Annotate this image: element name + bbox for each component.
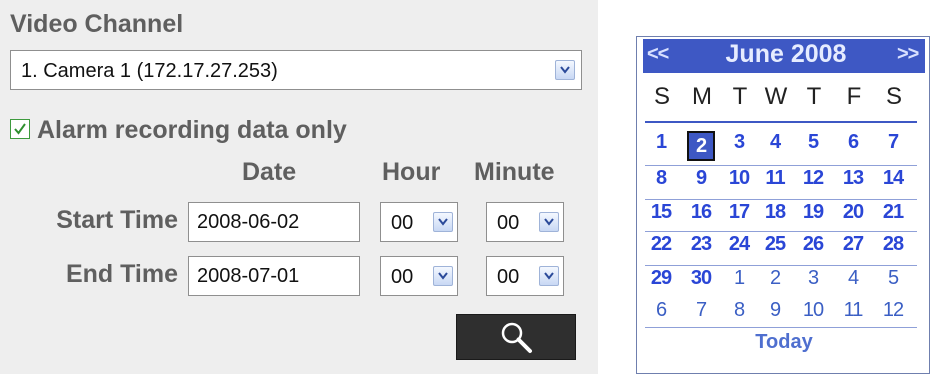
day-cell[interactable]: 15 — [647, 201, 675, 224]
hour-column-header: Hour — [382, 158, 441, 186]
start-date-input[interactable]: 2008-06-02 — [188, 202, 360, 242]
start-hour-select[interactable]: 00 — [380, 202, 458, 242]
weekday-label: T — [732, 83, 748, 110]
chevron-down-icon[interactable] — [433, 266, 453, 286]
day-cell[interactable]: 8 — [647, 167, 675, 190]
chevron-down-icon[interactable] — [539, 212, 559, 232]
selected-day-cell[interactable]: 2 — [687, 131, 715, 161]
day-cell[interactable]: 27 — [839, 233, 867, 256]
end-time-label: End Time — [65, 260, 178, 288]
date-column-header: Date — [242, 158, 297, 186]
alarm-only-checkbox[interactable] — [10, 119, 30, 139]
calendar-header: << June 2008 >> — [643, 39, 925, 73]
weekday-divider — [645, 121, 917, 123]
next-month-button[interactable]: >> — [897, 43, 919, 66]
calendar-month-title: June 2008 — [725, 40, 847, 68]
day-cell[interactable]: 10 — [725, 167, 753, 190]
alarm-only-label: Alarm recording data only — [37, 116, 347, 144]
chevron-down-icon[interactable] — [433, 212, 453, 232]
video-channel-title: Video Channel — [10, 10, 184, 38]
day-cell[interactable]: 4 — [761, 131, 789, 154]
start-time-label: Start Time — [56, 206, 178, 234]
weekday-label: W — [764, 83, 788, 110]
day-cell[interactable]: 9 — [761, 299, 789, 322]
day-cell[interactable]: 20 — [839, 201, 867, 224]
day-cell[interactable]: 3 — [799, 267, 827, 290]
day-cell[interactable]: 6 — [839, 131, 867, 154]
end-hour-value: 00 — [391, 266, 414, 288]
magnifier-icon — [501, 322, 532, 353]
checkmark-icon — [14, 123, 26, 135]
week-divider — [645, 165, 917, 166]
day-cell[interactable]: 3 — [725, 131, 753, 154]
day-cell[interactable]: 18 — [761, 201, 789, 224]
weekday-label: T — [806, 83, 822, 110]
day-cell[interactable]: 7 — [879, 131, 907, 154]
day-cell[interactable]: 16 — [687, 201, 715, 224]
day-cell[interactable]: 4 — [839, 267, 867, 290]
weekday-label: S — [653, 83, 670, 110]
day-cell[interactable]: 14 — [879, 167, 907, 190]
day-cell[interactable]: 21 — [879, 201, 907, 224]
day-cell[interactable]: 9 — [687, 167, 715, 190]
end-minute-value: 00 — [497, 266, 520, 288]
day-cell[interactable]: 12 — [879, 299, 907, 322]
calendar-footer-divider — [645, 327, 917, 328]
day-cell[interactable]: 19 — [799, 201, 827, 224]
day-cell[interactable]: 7 — [687, 299, 715, 322]
video-channel-value: 1. Camera 1 (172.17.27.253) — [21, 60, 278, 82]
chevron-down-icon[interactable] — [539, 266, 559, 286]
end-minute-select[interactable]: 00 — [486, 256, 564, 296]
minute-column-header: Minute — [474, 158, 555, 186]
day-cell[interactable]: 1 — [647, 131, 675, 154]
week-divider — [645, 231, 917, 232]
start-hour-value: 00 — [391, 212, 414, 234]
day-cell[interactable]: 12 — [799, 167, 827, 190]
weekday-label: S — [885, 83, 902, 110]
search-button[interactable] — [456, 314, 576, 360]
week-divider — [645, 265, 917, 266]
date-picker-calendar: << June 2008 >> SMTWTFS 1 2 3 4 5 6 7 8 9 10 11 12 1… — [636, 36, 930, 374]
chevron-down-icon[interactable] — [555, 60, 575, 80]
day-cell[interactable]: 28 — [879, 233, 907, 256]
video-channel-select[interactable]: 1. Camera 1 (172.17.27.253) — [10, 50, 582, 90]
day-cell[interactable]: 24 — [725, 233, 753, 256]
day-cell[interactable]: 5 — [879, 267, 907, 290]
day-cell[interactable]: 11 — [839, 299, 867, 322]
weekday-label: F — [846, 83, 862, 110]
weekday-label: M — [692, 83, 712, 110]
day-cell[interactable]: 5 — [799, 131, 827, 154]
search-form-panel: Video Channel 1. Camera 1 (172.17.27.253… — [0, 0, 598, 374]
day-cell[interactable]: 30 — [687, 267, 715, 290]
day-cell[interactable]: 13 — [839, 167, 867, 190]
day-cell[interactable]: 29 — [647, 267, 675, 290]
day-cell[interactable]: 1 — [725, 267, 753, 290]
day-cell[interactable]: 26 — [799, 233, 827, 256]
end-hour-select[interactable]: 00 — [380, 256, 458, 296]
previous-month-button[interactable]: << — [647, 43, 669, 66]
start-minute-select[interactable]: 00 — [486, 202, 564, 242]
today-button[interactable]: Today — [637, 331, 930, 354]
start-minute-value: 00 — [497, 212, 520, 234]
day-cell[interactable]: 2 — [761, 267, 789, 290]
week-divider — [645, 199, 917, 200]
day-cell[interactable]: 17 — [725, 201, 753, 224]
end-date-input[interactable]: 2008-07-01 — [188, 256, 360, 296]
day-cell[interactable]: 11 — [761, 167, 789, 190]
day-cell[interactable]: 22 — [647, 233, 675, 256]
day-cell[interactable]: 6 — [647, 299, 675, 322]
day-cell[interactable]: 25 — [761, 233, 789, 256]
day-cell[interactable]: 10 — [799, 299, 827, 322]
day-cell[interactable]: 23 — [687, 233, 715, 256]
day-cell[interactable]: 8 — [725, 299, 753, 322]
